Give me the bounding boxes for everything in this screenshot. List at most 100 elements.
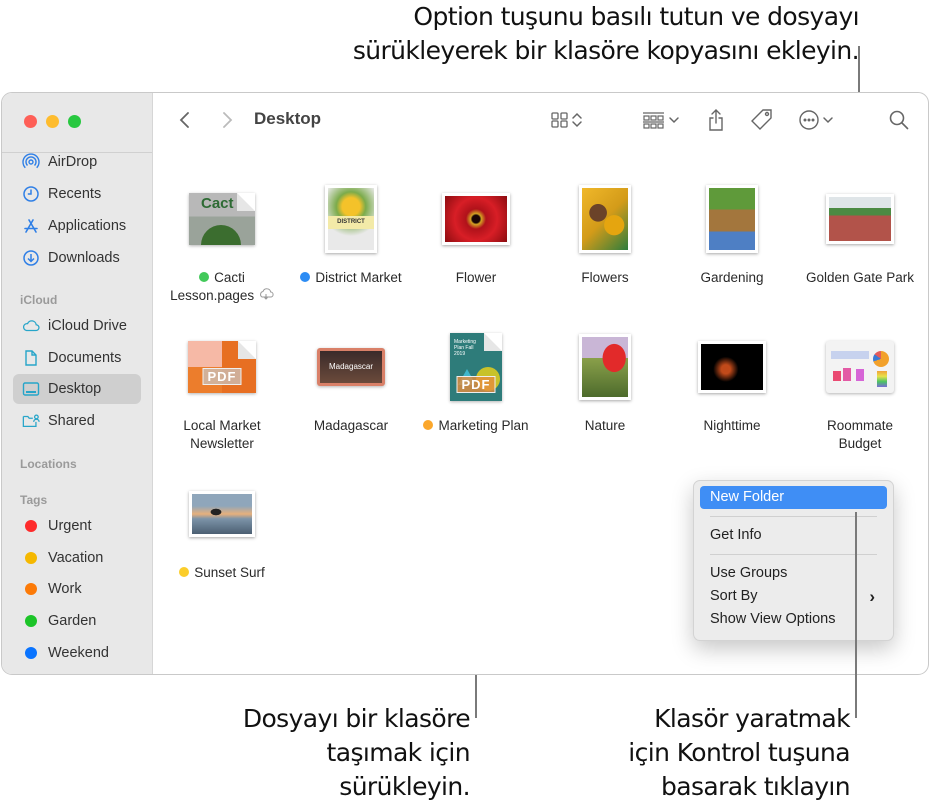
chevron-down-icon bbox=[823, 117, 833, 124]
tag-color-dot bbox=[300, 272, 311, 282]
callout-line: basarak tıklayın bbox=[660, 772, 851, 801]
menu-item-new-folder[interactable]: New Folder bbox=[700, 486, 887, 509]
pdf-document-thumbnail: PDF bbox=[188, 341, 256, 393]
share-icon bbox=[709, 109, 723, 131]
close-button[interactable] bbox=[24, 115, 37, 128]
sidebar-item-label: iCloud Drive bbox=[48, 318, 127, 334]
file-item-cacti-lesson[interactable]: Cact Cacti Lesson.pages bbox=[157, 179, 287, 305]
image-thumbnail bbox=[579, 334, 631, 400]
sidebar-item-shared[interactable]: Shared bbox=[13, 406, 141, 436]
sidebar-item-documents[interactable]: Documents bbox=[13, 343, 141, 373]
tag-color-dot bbox=[199, 272, 210, 282]
desktop-icon bbox=[22, 380, 40, 398]
file-name: Roommate Budget bbox=[826, 418, 894, 451]
file-item-golden-gate-park[interactable]: Golden Gate Park bbox=[795, 179, 925, 287]
image-thumbnail bbox=[579, 185, 631, 253]
toolbar: Desktop bbox=[154, 93, 928, 149]
menu-item-sort-by[interactable]: Sort By › bbox=[700, 585, 887, 608]
file-item-roommate-budget[interactable]: Roommate Budget bbox=[795, 327, 925, 453]
pdf-badge: PDF bbox=[202, 368, 242, 385]
menu-item-get-info[interactable]: Get Info bbox=[700, 524, 887, 547]
back-button[interactable] bbox=[178, 107, 192, 133]
menu-item-label: Sort By bbox=[710, 588, 758, 604]
file-item-sunset-surf[interactable]: Sunset Surf bbox=[157, 474, 287, 582]
sidebar-item-label: Applications bbox=[48, 218, 127, 234]
callout-control-click: Klasör yaratmak için Kontrol tuşuna basa… bbox=[580, 702, 850, 804]
file-item-flowers[interactable]: Flowers bbox=[540, 179, 670, 287]
thumb-title: DISTRICT bbox=[328, 216, 374, 229]
sidebar-tag-weekend[interactable]: Weekend bbox=[13, 638, 141, 668]
tag-button[interactable] bbox=[750, 107, 774, 133]
file-name: Nature bbox=[584, 418, 626, 433]
file-name: Flower bbox=[455, 270, 497, 285]
sidebar-tag-vacation[interactable]: Vacation bbox=[13, 543, 141, 573]
file-item-local-market-newsletter[interactable]: PDF Local Market Newsletter bbox=[157, 327, 287, 453]
minimize-button[interactable] bbox=[46, 115, 59, 128]
sidebar-section-tags: Tags bbox=[20, 493, 48, 507]
applications-icon bbox=[22, 217, 40, 235]
file-name: Gardening bbox=[700, 270, 764, 285]
document-icon bbox=[22, 349, 40, 367]
sidebar-tag-garden[interactable]: Garden bbox=[13, 606, 141, 636]
sidebar-item-label: Recents bbox=[48, 186, 102, 202]
file-item-madagascar[interactable]: Madagascar Madagascar bbox=[286, 327, 416, 435]
image-thumbnail bbox=[442, 193, 510, 245]
file-item-flower[interactable]: Flower bbox=[411, 179, 541, 287]
sidebar-item-icloud-drive[interactable]: iCloud Drive bbox=[13, 311, 141, 341]
view-mode-button[interactable] bbox=[550, 107, 584, 133]
file-name: Sunset Surf bbox=[157, 564, 287, 582]
chevron-down-icon bbox=[669, 117, 679, 124]
sidebar-item-airdrop[interactable]: AirDrop bbox=[13, 147, 141, 177]
image-thumbnail bbox=[698, 341, 766, 393]
sidebar-item-recents[interactable]: Recents bbox=[13, 179, 141, 209]
menu-separator bbox=[710, 516, 877, 517]
file-name: Flowers bbox=[581, 270, 629, 285]
menu-item-use-groups[interactable]: Use Groups bbox=[700, 562, 887, 585]
tag-color-dot bbox=[25, 583, 37, 595]
cloud-icon bbox=[22, 317, 40, 335]
sidebar-item-applications[interactable]: Applications bbox=[13, 211, 141, 241]
forward-button[interactable] bbox=[220, 107, 234, 133]
sidebar-item-label: Shared bbox=[48, 413, 95, 429]
image-thumbnail bbox=[189, 491, 255, 537]
sidebar-item-downloads[interactable]: Downloads bbox=[13, 243, 141, 273]
keynote-thumbnail: Madagascar bbox=[317, 348, 385, 386]
sidebar-item-label: Urgent bbox=[48, 518, 92, 534]
thumb-title: Marketing Plan Fall 2019 bbox=[454, 339, 476, 357]
file-item-district-market[interactable]: DISTRICT District Market bbox=[286, 179, 416, 287]
zoom-button[interactable] bbox=[68, 115, 81, 128]
sidebar-item-desktop[interactable]: Desktop bbox=[13, 374, 141, 404]
callout-line: Dosyayı bir klasöre bbox=[242, 704, 471, 733]
search-button[interactable] bbox=[888, 107, 910, 133]
more-actions-button[interactable] bbox=[798, 107, 836, 133]
image-thumbnail: DISTRICT bbox=[325, 185, 377, 253]
group-button[interactable] bbox=[642, 107, 682, 133]
context-menu: New Folder Get Info Use Groups Sort By ›… bbox=[693, 480, 894, 641]
share-button[interactable] bbox=[706, 107, 726, 133]
thumb-title: Cact bbox=[201, 195, 234, 212]
sidebar: AirDrop Recents Applications Downloads i… bbox=[2, 93, 153, 674]
callout-option-drag: Option tuşunu basılı tutun ve dosyayı sü… bbox=[219, 0, 860, 68]
sidebar-item-label: Documents bbox=[48, 350, 122, 366]
sidebar-item-label: AirDrop bbox=[48, 154, 98, 170]
forward-icon bbox=[223, 112, 233, 128]
file-item-nighttime[interactable]: Nighttime bbox=[667, 327, 797, 435]
icloud-download-icon[interactable] bbox=[258, 288, 274, 300]
menu-separator bbox=[710, 554, 877, 555]
file-item-gardening[interactable]: Gardening bbox=[667, 179, 797, 287]
tag-color-dot bbox=[25, 552, 37, 564]
file-item-marketing-plan[interactable]: Marketing Plan Fall 2019 PDF Marketing P… bbox=[411, 327, 541, 435]
clock-icon bbox=[22, 185, 40, 203]
file-item-nature[interactable]: Nature bbox=[540, 327, 670, 435]
file-name: Madagascar bbox=[313, 418, 389, 433]
tag-color-dot bbox=[25, 615, 37, 627]
shared-folder-icon bbox=[22, 412, 40, 430]
numbers-thumbnail bbox=[826, 341, 894, 393]
image-thumbnail bbox=[706, 185, 758, 253]
sidebar-tag-urgent[interactable]: Urgent bbox=[13, 511, 141, 541]
sidebar-tag-work[interactable]: Work bbox=[13, 574, 141, 604]
tag-color-dot bbox=[25, 647, 37, 659]
image-thumbnail bbox=[826, 194, 894, 244]
menu-item-show-view-options[interactable]: Show View Options bbox=[700, 608, 887, 631]
pages-document-thumbnail: Cact bbox=[189, 193, 255, 245]
